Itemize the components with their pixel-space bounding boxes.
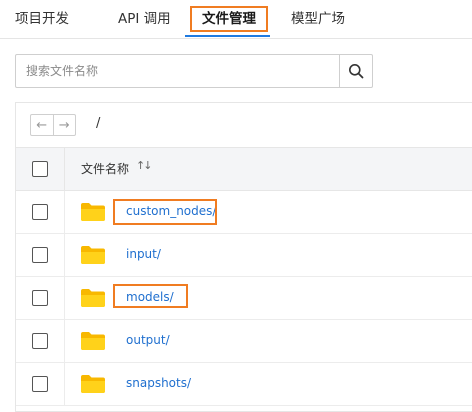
- column-divider: [64, 320, 65, 362]
- tab-model-square[interactable]: 模型广场: [291, 0, 345, 38]
- column-divider: [64, 277, 65, 319]
- search-button[interactable]: [339, 55, 372, 87]
- active-tab-indicator: [185, 35, 270, 37]
- forward-button[interactable]: →: [54, 115, 76, 135]
- table-row[interactable]: custom_nodes/: [16, 191, 472, 234]
- search-input[interactable]: [16, 55, 341, 87]
- file-name-link[interactable]: snapshots/: [126, 376, 191, 390]
- table-row[interactable]: output/: [16, 320, 472, 363]
- file-name-link[interactable]: output/: [126, 333, 170, 347]
- file-name-link[interactable]: input/: [126, 247, 161, 261]
- nav-button-group: ← →: [30, 114, 76, 136]
- column-divider: [64, 191, 65, 233]
- row-checkbox[interactable]: [32, 204, 48, 220]
- column-divider: [64, 148, 65, 190]
- row-checkbox[interactable]: [32, 376, 48, 392]
- row-checkbox[interactable]: [32, 290, 48, 306]
- file-name-link[interactable]: custom_nodes/: [126, 204, 216, 218]
- search-box: [15, 54, 373, 88]
- folder-icon: [81, 289, 105, 307]
- table-header: 文件名称 ↑↓: [16, 148, 472, 191]
- file-table: ← → / 文件名称 ↑↓ custom_nodes/ input/ model…: [15, 102, 472, 412]
- search-icon: [349, 64, 364, 79]
- select-all-checkbox[interactable]: [32, 161, 48, 177]
- tab-api-call[interactable]: API 调用: [118, 0, 171, 38]
- tab-bar: 项目开发 API 调用 文件管理 模型广场: [0, 0, 472, 39]
- table-row[interactable]: input/: [16, 234, 472, 277]
- arrow-left-icon: ←: [36, 117, 48, 133]
- current-path: /: [96, 116, 101, 131]
- table-row[interactable]: snapshots/: [16, 363, 472, 406]
- folder-icon: [81, 246, 105, 264]
- table-row[interactable]: models/: [16, 277, 472, 320]
- row-checkbox[interactable]: [32, 333, 48, 349]
- file-name-link[interactable]: models/: [126, 290, 174, 304]
- folder-icon: [81, 332, 105, 350]
- column-divider: [64, 363, 65, 405]
- column-divider: [64, 234, 65, 276]
- folder-icon: [81, 203, 105, 221]
- folder-icon: [81, 375, 105, 393]
- tab-project-dev[interactable]: 项目开发: [15, 0, 69, 38]
- row-checkbox[interactable]: [32, 247, 48, 263]
- arrow-right-icon: →: [58, 117, 70, 133]
- tab-file-management[interactable]: 文件管理: [202, 0, 256, 38]
- path-bar: ← → /: [16, 103, 472, 148]
- sort-icon[interactable]: ↑↓: [136, 159, 153, 172]
- back-button[interactable]: ←: [31, 115, 54, 135]
- column-header-name: 文件名称: [81, 162, 130, 176]
